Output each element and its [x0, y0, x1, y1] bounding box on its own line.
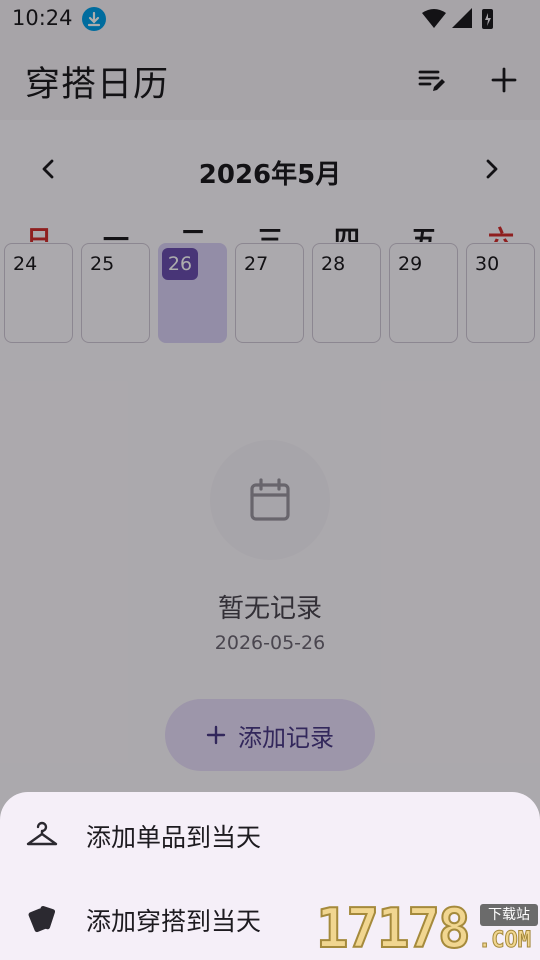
watermark-tag: 下载站 [480, 904, 538, 926]
sheet-item-label: 添加单品到当天 [86, 823, 262, 852]
hanger-icon [24, 816, 60, 852]
cards-icon [24, 900, 60, 936]
add-item-to-day-option[interactable]: 添加单品到当天 [0, 792, 540, 876]
sheet-item-label: 添加穿搭到当天 [86, 907, 262, 936]
site-watermark: 17178 下载站 .COM [315, 897, 540, 960]
watermark-digits: 17178 [315, 897, 472, 960]
watermark-suffix: .COM [478, 928, 532, 954]
